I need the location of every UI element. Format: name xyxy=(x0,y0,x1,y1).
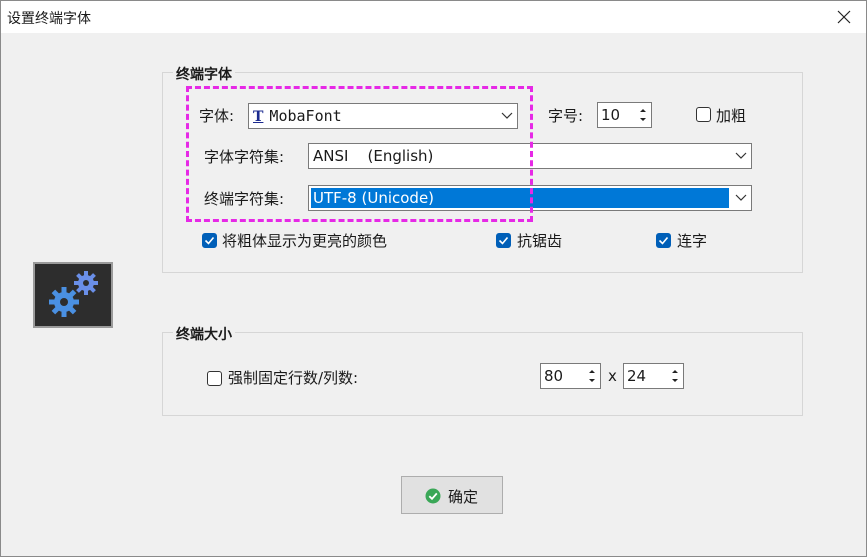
terminal-font-legend: 终端字体 xyxy=(173,64,235,84)
checkmark-icon xyxy=(658,236,669,245)
check-circle-icon xyxy=(425,488,441,504)
ligature-checkbox[interactable] xyxy=(656,233,671,248)
checkmark-icon xyxy=(204,236,215,245)
force-fixed-size-label: 强制固定行数/列数: xyxy=(228,369,359,387)
font-size-value: 10 xyxy=(601,106,621,124)
terminal-size-legend: 终端大小 xyxy=(173,324,235,344)
font-size-label: 字号: xyxy=(548,107,584,125)
rows-spinner[interactable]: 24 xyxy=(623,363,684,389)
bold-label: 加粗 xyxy=(716,107,747,125)
spinner-arrows-icon[interactable] xyxy=(586,366,598,386)
times-separator: x xyxy=(608,367,617,385)
font-size-spinner[interactable]: 10 xyxy=(597,102,652,128)
ok-label: 确定 xyxy=(448,488,479,506)
chevron-down-icon xyxy=(735,194,747,201)
settings-gear-image xyxy=(33,262,113,328)
spinner-arrows-icon[interactable] xyxy=(669,366,681,386)
bold-checkbox[interactable] xyxy=(696,107,711,122)
ok-button[interactable]: 确定 xyxy=(401,476,503,514)
columns-value: 80 xyxy=(544,367,564,385)
annotation-highlight-box xyxy=(186,86,533,222)
bright-bold-label: 将粗体显示为更亮的颜色 xyxy=(222,232,388,250)
bright-bold-checkbox[interactable] xyxy=(202,233,217,248)
title-bar: 设置终端字体 xyxy=(1,1,866,33)
settings-dialog: 设置终端字体 终端字体 字体: T MobaFont 字号: 10 加粗 字体字… xyxy=(0,0,867,557)
ligature-label: 连字 xyxy=(677,232,708,250)
chevron-down-icon xyxy=(735,152,747,159)
antialias-label: 抗锯齿 xyxy=(517,232,563,250)
columns-spinner[interactable]: 80 xyxy=(540,363,601,389)
force-fixed-size-checkbox[interactable] xyxy=(207,371,222,386)
close-button[interactable] xyxy=(821,1,866,33)
rows-value: 24 xyxy=(627,367,647,385)
checkmark-icon xyxy=(498,236,509,245)
close-icon xyxy=(837,10,850,24)
spinner-arrows-icon[interactable] xyxy=(637,105,649,125)
window-title: 设置终端字体 xyxy=(7,11,91,27)
antialias-checkbox[interactable] xyxy=(496,233,511,248)
gears-icon xyxy=(49,271,98,317)
